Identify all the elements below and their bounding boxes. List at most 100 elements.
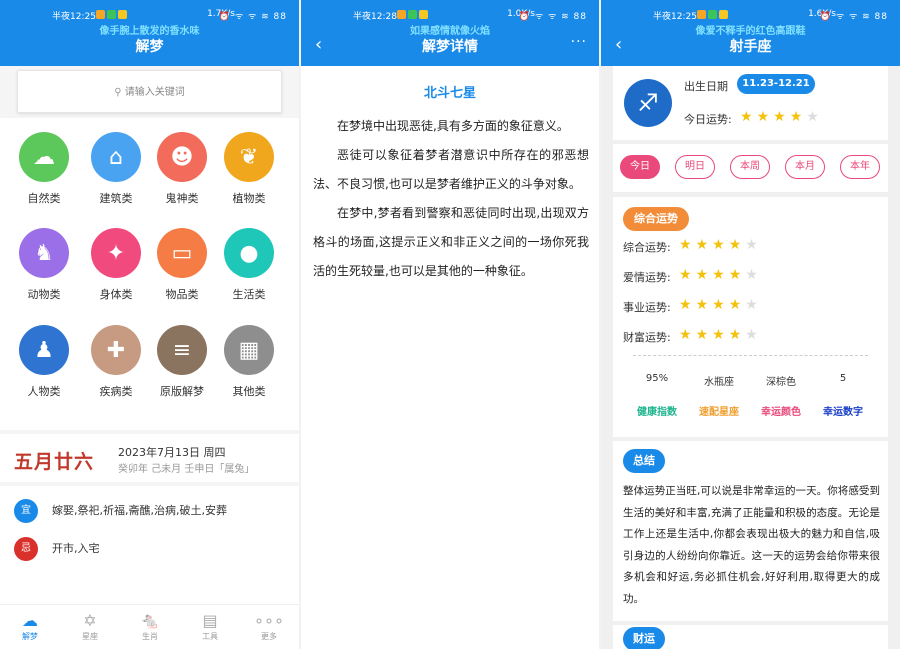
lunar-date: 五月廿六 xyxy=(14,451,95,473)
category-document[interactable]: ≡ 原版解梦 xyxy=(150,325,214,399)
person-icon: ☻ xyxy=(157,132,207,182)
status-time: 半夜12:25 xyxy=(653,12,697,22)
period-tabs: 今日 明日 本周 本月 本年 xyxy=(613,144,888,192)
marquee-text: 像手腕上散发的香水味 xyxy=(99,26,200,37)
sagittarius-icon: ♐ xyxy=(624,79,672,127)
stat-value: 深棕色 xyxy=(766,377,796,388)
tab-label: 工具 xyxy=(202,632,218,641)
category-label: 身体类 xyxy=(99,288,133,301)
yi-row: 宜 嫁娶,祭祀,祈福,斋醮,治病,破土,安葬 xyxy=(14,499,227,523)
notification-icons xyxy=(397,10,430,22)
category-label: 疾病类 xyxy=(99,385,133,398)
summary-tag: 总结 xyxy=(623,449,665,473)
star-filled-icon: ★ xyxy=(679,327,696,343)
ji-badge: 忌 xyxy=(14,537,38,561)
category-bag[interactable]: ▭ 物品类 xyxy=(150,228,214,302)
star-filled-icon: ★ xyxy=(679,237,696,253)
notification-icons xyxy=(697,10,730,22)
paragraph: 恶徒可以象征着梦者潜意识中所存在的邪恶想法、不良习惯,也可以是梦者维护正义的斗争… xyxy=(313,148,589,191)
category-label: 生活类 xyxy=(232,288,266,301)
category-leaf[interactable]: ❦ 植物类 xyxy=(217,132,281,206)
star-filled-icon: ★ xyxy=(773,109,790,125)
tab-cloud[interactable]: ☁ 解梦 xyxy=(10,611,50,642)
tab-label: 解梦 xyxy=(22,632,38,641)
cloud-icon: ☁ xyxy=(19,132,69,182)
tab-label: 星座 xyxy=(82,632,98,641)
stat-value: 95% xyxy=(645,373,669,384)
fortune-label: 综合运势: xyxy=(623,241,671,254)
dream-detail-screen: 半夜12:28 1.0K/s ⏰ ᯤ ᯤ ≋ 88 如果感情就像火焰 ‹ 解梦详… xyxy=(301,0,599,649)
period-tab[interactable]: 今日 xyxy=(620,155,660,179)
more-icon[interactable]: ··· xyxy=(571,34,587,50)
dream-title: 北斗七星 xyxy=(423,86,476,101)
star-filled-icon: ★ xyxy=(695,237,713,253)
signal-icon: ⏰ ᯤ ᯤ ≋ 88 xyxy=(218,12,287,22)
star-filled-icon: ★ xyxy=(695,267,713,283)
stat-value: 水瓶座 xyxy=(704,377,734,388)
star-filled-icon: ★ xyxy=(728,327,746,343)
header: 半夜12:25 1.6K/s ⏰ ᯤ ᯤ ≋ 88 像爱不释手的红色高跟鞋 ‹ … xyxy=(601,0,900,66)
search-input[interactable]: ⚲ 请输入关键词 xyxy=(17,70,282,113)
fortune-label: 爱情运势: xyxy=(623,271,671,284)
dream-home-screen: 半夜12:25 1.7K/s ⏰ ᯤ ᯤ ≋ 88 像手腕上散发的香水味 解梦 … xyxy=(0,0,299,649)
star-filled-icon: ★ xyxy=(679,297,696,313)
tab-rat[interactable]: 🐁 生肖 xyxy=(130,611,170,642)
marquee-text: 如果感情就像火焰 xyxy=(410,26,490,37)
period-tab[interactable]: 明日 xyxy=(675,155,715,179)
divider xyxy=(633,355,868,356)
cloud-icon: ☁ xyxy=(22,611,38,630)
calendar-card[interactable]: 五月廿六 2023年7月13日 周四 癸卯年 己未月 壬申日「属兔」 xyxy=(0,434,299,482)
star-of-david-icon: ✡ xyxy=(83,611,97,630)
page-title: 解梦 xyxy=(135,39,164,55)
user-icon: ♟ xyxy=(19,325,69,375)
category-apps[interactable]: ▦ 其他类 xyxy=(217,325,281,399)
fortune-stars: ★★★★★ xyxy=(679,267,762,283)
category-label: 物品类 xyxy=(165,288,199,301)
summary-text: 整体运势正当旺,可以说是非常幸运的一天。你将感受到生活的美好和丰富,充满了正能量… xyxy=(623,485,880,605)
category-drop[interactable]: ● 生活类 xyxy=(217,228,281,302)
page-title: 解梦详情 xyxy=(422,39,478,55)
category-user[interactable]: ♟ 人物类 xyxy=(12,325,76,399)
search-icon: ⚲ xyxy=(114,87,122,98)
fortune-card: 综合运势 综合运势: ★★★★★ 爱情运势: ★★★★★ 事业运势: ★★★★★ 财富运势:… xyxy=(613,197,888,437)
bag-icon: ▭ xyxy=(157,228,207,278)
status-bar: 半夜12:25 1.7K/s ⏰ ᯤ ᯤ ≋ 88 xyxy=(0,9,299,23)
leaf-icon: ❦ xyxy=(224,132,274,182)
star-filled-icon: ★ xyxy=(695,297,713,313)
birth-range-badge: 11.23-12.21 xyxy=(737,74,815,94)
star-filled-icon: ★ xyxy=(712,267,729,283)
document-icon: ≡ xyxy=(157,325,207,375)
summary-card: 总结 整体运势正当旺,可以说是非常幸运的一天。你将感受到生活的美好和丰富,充满了… xyxy=(613,441,888,621)
star-filled-icon: ★ xyxy=(712,297,729,313)
category-pill[interactable]: ✚ 疾病类 xyxy=(84,325,148,399)
tab-star-of-david[interactable]: ✡ 星座 xyxy=(70,611,110,642)
star-filled-icon: ★ xyxy=(695,327,713,343)
today-label: 今日运势: xyxy=(684,113,732,126)
tab-calendar[interactable]: ▤ 工具 xyxy=(190,611,230,642)
category-running[interactable]: ✦ 身体类 xyxy=(84,228,148,302)
horoscope-screen: 半夜12:25 1.6K/s ⏰ ᯤ ᯤ ≋ 88 像爱不释手的红色高跟鞋 ‹ … xyxy=(601,0,900,649)
period-tab[interactable]: 本年 xyxy=(840,155,880,179)
category-person[interactable]: ☻ 鬼神类 xyxy=(150,132,214,206)
today-stars: ★★★★★ xyxy=(740,109,823,125)
status-bar: 半夜12:28 1.0K/s ⏰ ᯤ ᯤ ≋ 88 xyxy=(301,9,599,23)
star-filled-icon: ★ xyxy=(789,109,807,125)
category-label: 动物类 xyxy=(27,288,61,301)
overall-tag: 综合运势 xyxy=(623,207,689,231)
star-filled-icon: ★ xyxy=(728,297,746,313)
solar-date: 2023年7月13日 周四 xyxy=(118,446,226,459)
category-house[interactable]: ⌂ 建筑类 xyxy=(84,132,148,206)
star-filled-icon: ★ xyxy=(679,267,696,283)
period-tab[interactable]: 本周 xyxy=(730,155,770,179)
dream-content: 在梦境中出现恶徒,具有多方面的象征意义。 恶徒可以象征着梦者潜意识中所存在的邪恶… xyxy=(313,112,589,286)
category-label: 自然类 xyxy=(27,192,61,205)
category-cloud[interactable]: ☁ 自然类 xyxy=(12,132,76,206)
notification-icons xyxy=(96,10,129,22)
category-label: 原版解梦 xyxy=(160,385,204,398)
period-tab[interactable]: 本月 xyxy=(785,155,825,179)
signal-icon: ⏰ ᯤ ᯤ ≋ 88 xyxy=(819,12,888,22)
tab-more-dots[interactable]: ∘∘∘ 更多 xyxy=(249,611,289,642)
star-filled-icon: ★ xyxy=(712,327,729,343)
category-rabbit[interactable]: ♞ 动物类 xyxy=(12,228,76,302)
header: 半夜12:25 1.7K/s ⏰ ᯤ ᯤ ≋ 88 像手腕上散发的香水味 解梦 xyxy=(0,0,299,66)
